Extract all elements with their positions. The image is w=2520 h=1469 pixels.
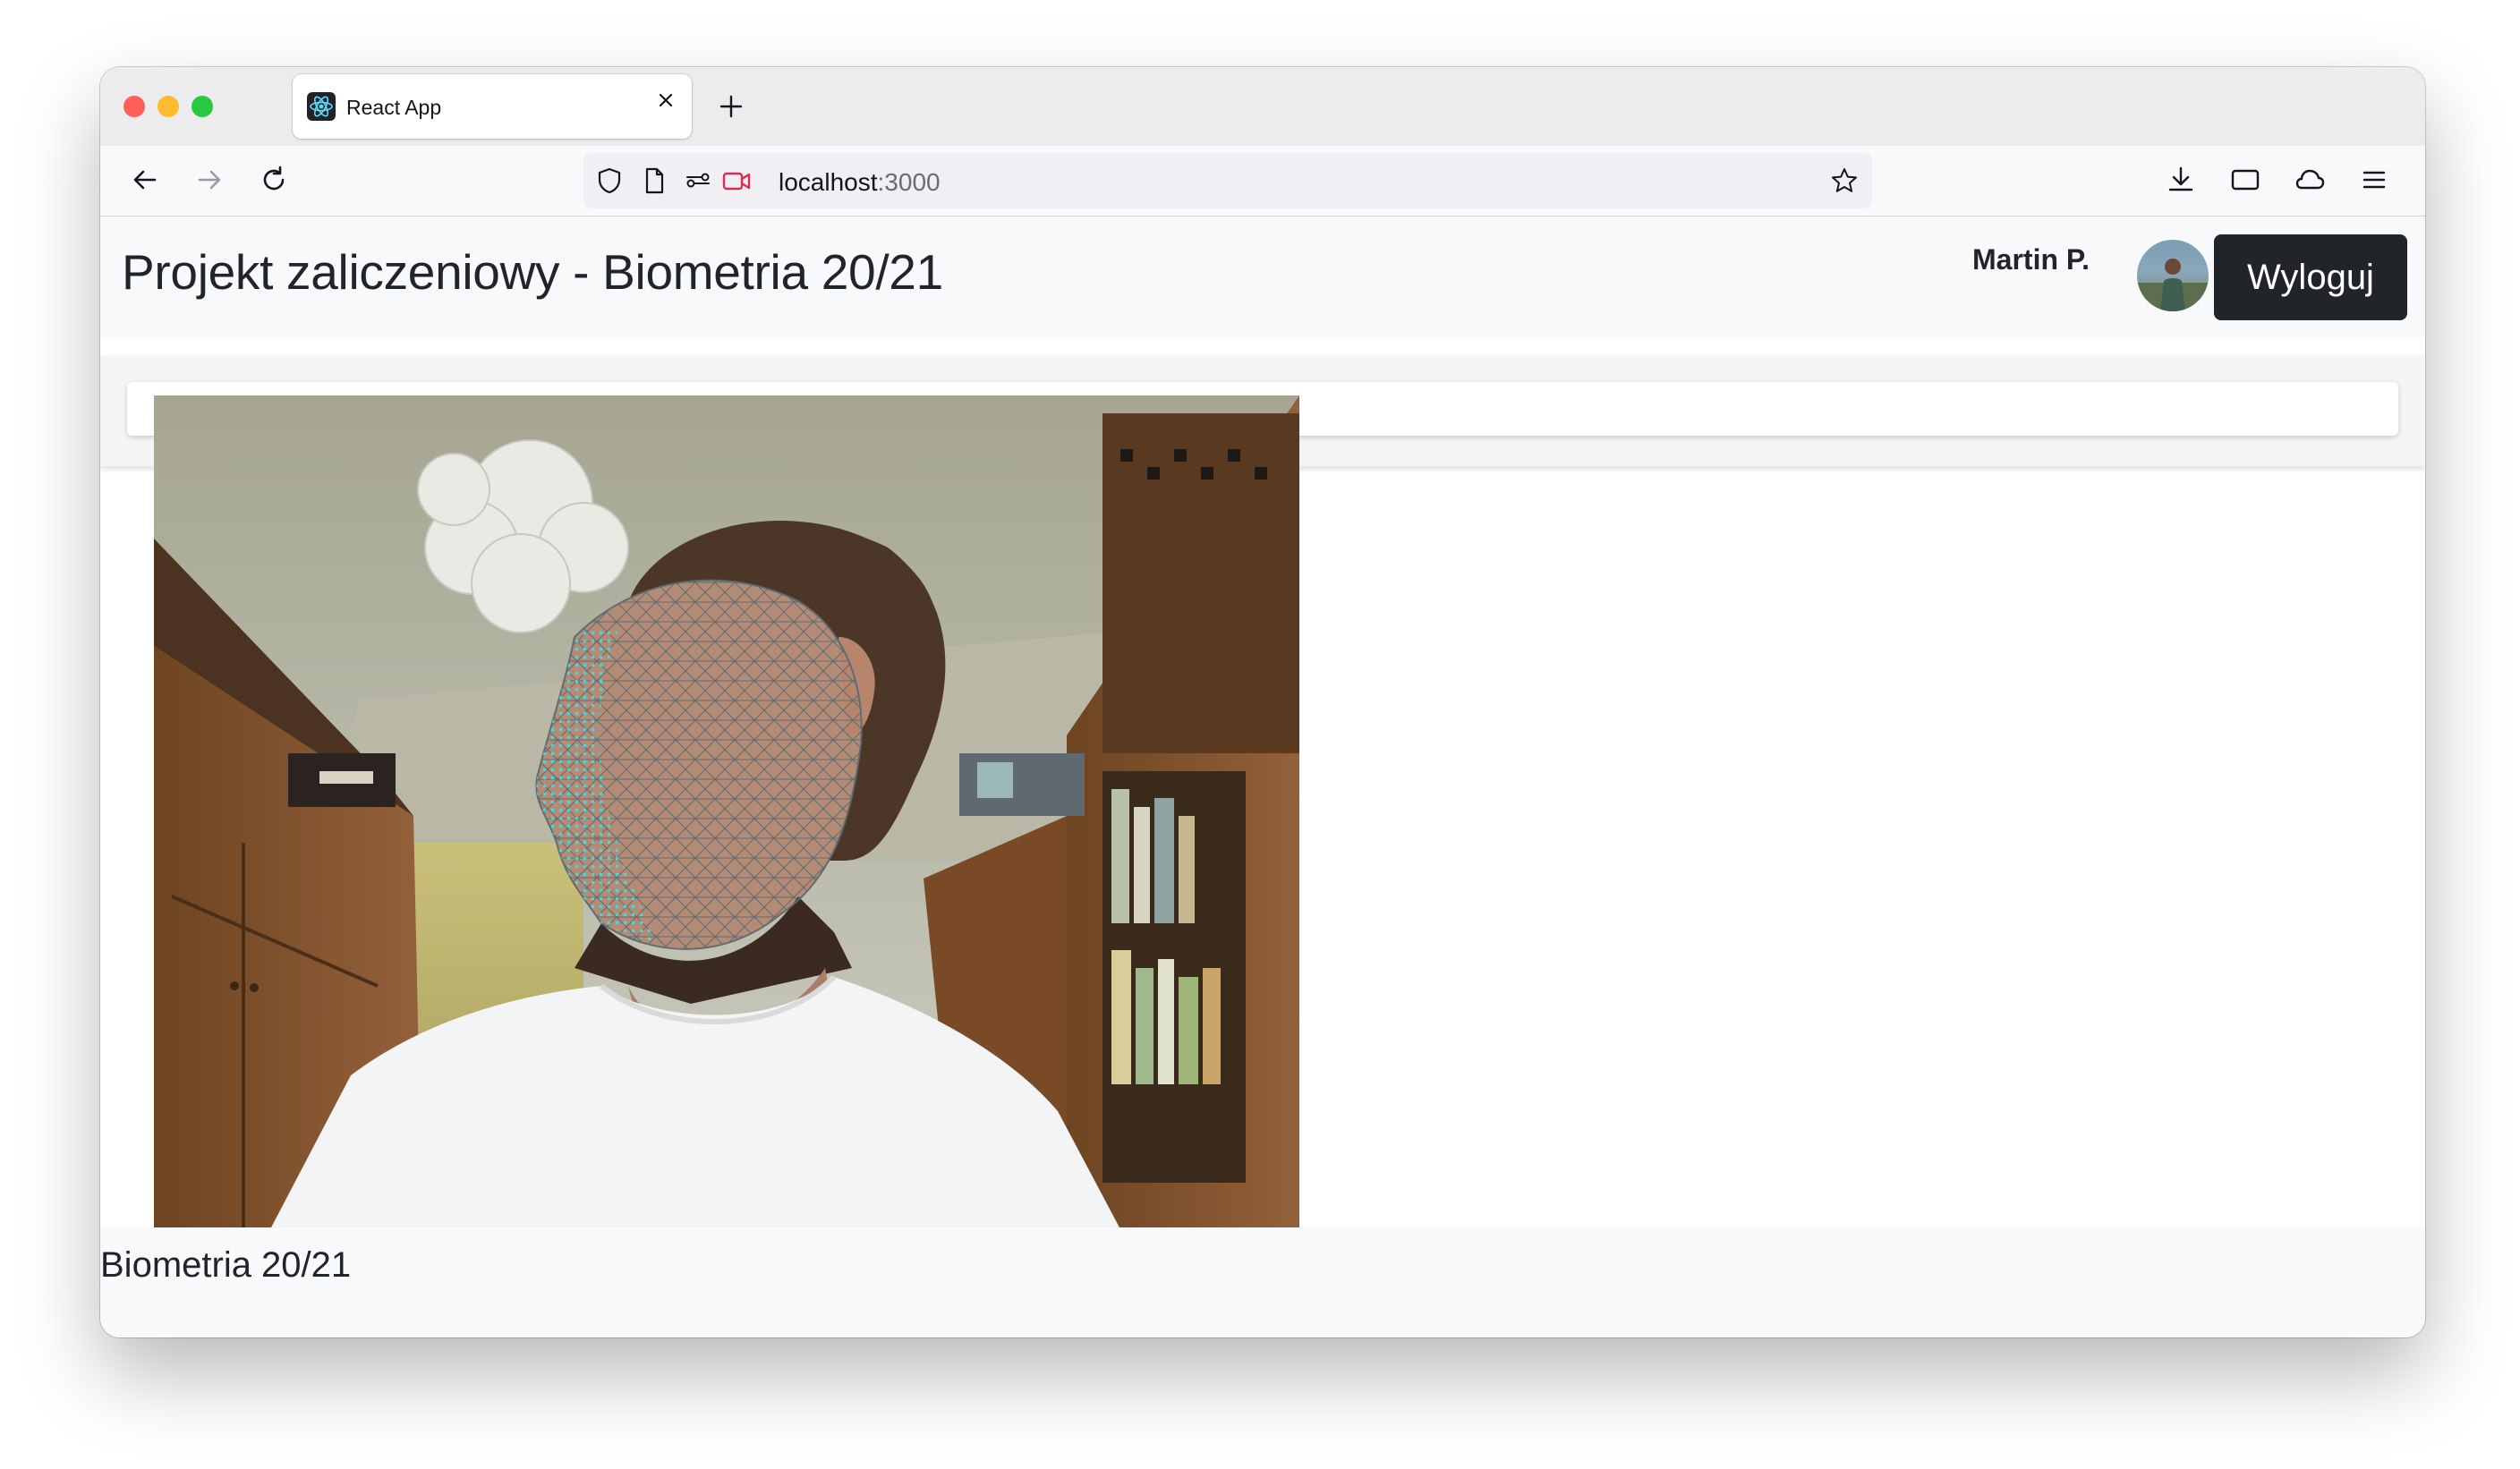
url-port: :3000 [877,168,941,196]
tab-title: React App [346,96,442,119]
url-host: localhost [779,168,878,196]
forward-arrow-icon[interactable] [192,162,227,198]
new-tab-plus-icon[interactable] [713,89,749,124]
avatar [2137,240,2209,311]
download-icon[interactable] [2163,162,2199,198]
tab-strip: React App [100,67,2425,146]
navigation-bar: localhost:3000 [100,146,2425,217]
footer-text: Biometria 20/21 [100,1245,352,1285]
browser-tab[interactable]: React App [293,74,692,139]
logout-button[interactable]: Wyloguj [2214,234,2407,320]
react-favicon-icon [307,92,336,121]
close-tab-icon[interactable] [652,87,679,114]
browser-window: React App localhost:3000 Projekt zalicze… [100,67,2425,1337]
webcam-video [154,395,1299,1229]
zoom-window-button[interactable] [192,96,213,117]
back-arrow-icon[interactable] [127,162,163,198]
camera-sharing-icon[interactable] [721,166,752,196]
url-text[interactable]: localhost:3000 [779,168,941,197]
reload-icon[interactable] [256,162,292,198]
star-icon[interactable] [1829,166,1860,196]
permissions-icon[interactable] [684,166,714,196]
page-icon[interactable] [639,166,669,196]
user-name: Martin P. [1972,243,2090,276]
shield-icon[interactable] [594,166,625,196]
close-window-button[interactable] [123,96,145,117]
page-header: Projekt zaliczeniowy - Biometria 20/21 M… [100,217,2425,337]
minimize-window-button[interactable] [158,96,179,117]
url-bar[interactable]: localhost:3000 [583,153,1872,208]
web-page: Projekt zaliczeniowy - Biometria 20/21 M… [100,217,2425,1337]
page-title: Projekt zaliczeniowy - Biometria 20/21 [122,244,943,300]
window-icon[interactable] [2227,162,2263,198]
cloud-icon[interactable] [2292,162,2328,198]
menu-icon[interactable] [2356,162,2392,198]
page-footer: Biometria 20/21 [100,1227,2425,1337]
